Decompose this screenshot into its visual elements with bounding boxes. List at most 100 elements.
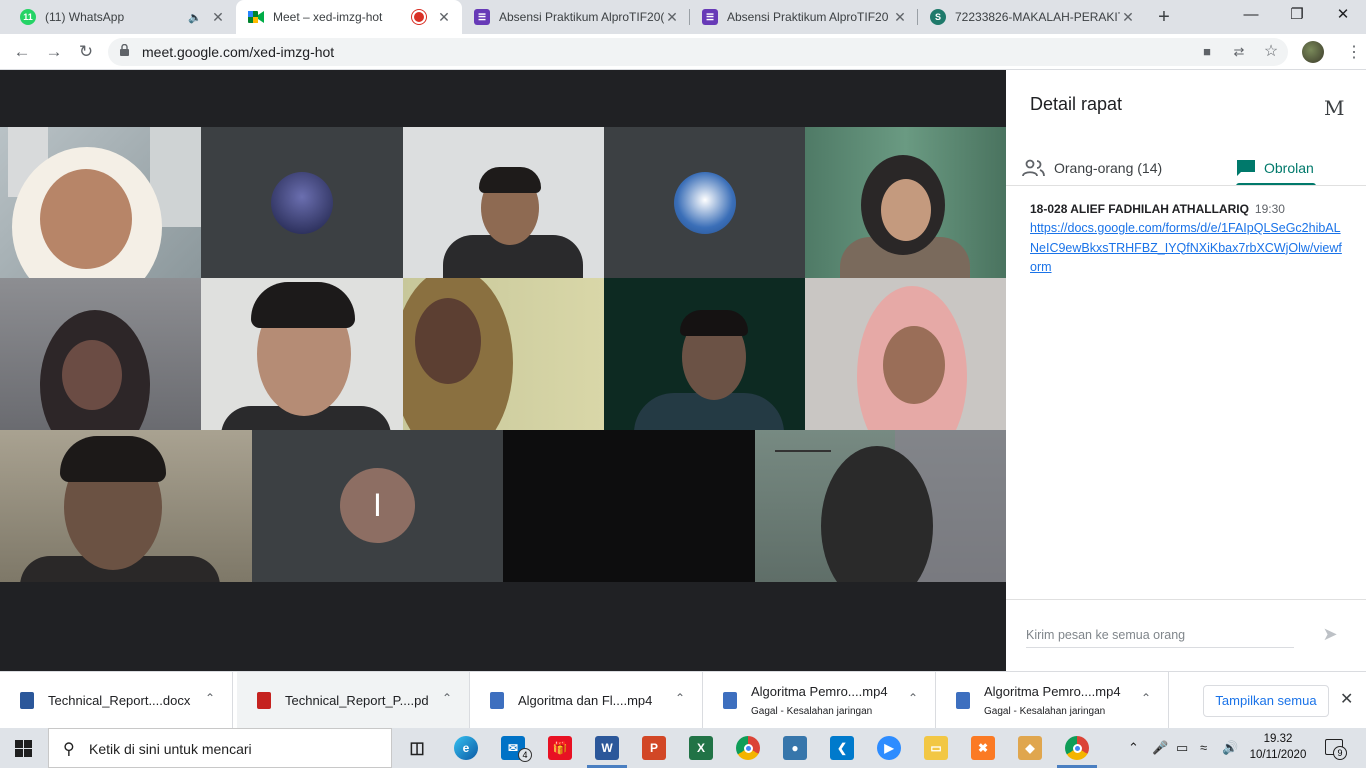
close-tab-icon[interactable]: ✕ [1120, 9, 1136, 25]
tab-strip: 11 (11) WhatsApp 🔈 ✕ Meet – xed-imzg-hot… [0, 0, 1366, 34]
chevron-up-icon[interactable]: ⌃ [908, 691, 918, 705]
chrome-profile-icon[interactable] [1065, 736, 1089, 760]
word-icon[interactable]: W [595, 736, 619, 760]
participant-tile[interactable]: I [252, 430, 503, 582]
xampp-icon[interactable]: ✖ [971, 736, 995, 760]
tab-people-label: Orang-orang (14) [1054, 160, 1163, 176]
tab-title: 72233826-MAKALAH-PERAKIT [955, 10, 1120, 24]
close-tab-icon[interactable]: ✕ [664, 9, 680, 25]
video-file-icon [723, 692, 737, 709]
google-forms-icon: ☰ [474, 9, 490, 25]
participant-tile[interactable] [403, 278, 604, 430]
chevron-up-icon[interactable]: ⌃ [205, 691, 215, 705]
tab-whatsapp[interactable]: 11 (11) WhatsApp 🔈 ✕ [8, 0, 236, 34]
participant-avatar [674, 172, 736, 234]
back-arrow-icon[interactable]: ← [10, 40, 34, 64]
search-icon: ⚲ [63, 741, 75, 758]
tab-meet[interactable]: Meet – xed-imzg-hot ✕ [236, 0, 462, 34]
taskbar-search-box[interactable]: ⚲ Ketik di sini untuk mencari [48, 728, 392, 768]
download-item[interactable]: Technical_Report....docx ⌃ [0, 672, 233, 728]
url-text: meet.google.com/xed-imzg-hot [142, 44, 335, 60]
profile-avatar[interactable] [1302, 41, 1324, 63]
chat-input[interactable]: Kirim pesan ke semua orang [1026, 628, 1185, 642]
stack-app-icon[interactable]: ◆ [1018, 736, 1042, 760]
people-icon [1022, 159, 1045, 177]
new-tab-button[interactable]: + [1153, 7, 1175, 29]
notification-count: 9 [1333, 746, 1347, 760]
account-initial[interactable]: M [1324, 96, 1344, 120]
system-clock[interactable]: 19.32 10/11/2020 [1247, 731, 1309, 763]
browser-menu-icon[interactable]: ⋮ [1346, 42, 1362, 62]
restore-button[interactable]: ❐ [1274, 0, 1320, 30]
chat-message-link[interactable]: https://docs.google.com/forms/d/e/1FAIpQ… [1030, 219, 1342, 278]
participant-tile[interactable] [0, 278, 201, 430]
mail-badge: 4 [518, 748, 532, 762]
participant-tile[interactable] [503, 430, 755, 582]
video-file-icon [490, 692, 504, 709]
participant-tile[interactable] [805, 278, 1006, 430]
windows-start-icon[interactable] [15, 740, 32, 757]
excel-icon[interactable]: X [689, 736, 713, 760]
chevron-up-icon[interactable]: ⌃ [1141, 691, 1151, 705]
bookmark-star-icon[interactable]: ☆ [1262, 43, 1280, 61]
wifi-icon[interactable]: ≈ [1200, 740, 1207, 755]
tab-absensi-1[interactable]: ☰ Absensi Praktikum AlproTIF20( ✕ [462, 0, 690, 34]
participant-tile[interactable] [755, 430, 1006, 582]
participant-tile[interactable] [403, 127, 604, 278]
edge-icon[interactable]: e [454, 736, 478, 760]
tab-people[interactable]: Orang-orang (14) [1022, 150, 1204, 186]
tab-makalah[interactable]: S 72233826-MAKALAH-PERAKIT ✕ [918, 0, 1146, 34]
camera-icon[interactable]: ■ [1198, 43, 1216, 61]
participant-tile[interactable] [0, 127, 201, 278]
tab-title: Meet – xed-imzg-hot [273, 10, 383, 24]
participant-tile[interactable] [201, 127, 403, 278]
download-item[interactable]: Algoritma Pemro....mp4 Gagal - Kesalahan… [936, 672, 1169, 728]
python-icon[interactable]: ● [783, 736, 807, 760]
whatsapp-icon: 11 [20, 9, 36, 25]
download-item[interactable]: Algoritma Pemro....mp4 Gagal - Kesalahan… [703, 672, 936, 728]
participant-tile[interactable] [0, 430, 252, 582]
participant-tile[interactable] [201, 278, 403, 430]
gift-icon[interactable]: 🎁 [548, 736, 572, 760]
close-window-button[interactable]: ✕ [1320, 0, 1366, 30]
close-tab-icon[interactable]: ✕ [436, 9, 452, 25]
chrome-icon[interactable] [736, 736, 760, 760]
microphone-icon[interactable]: 🎤 [1152, 740, 1168, 756]
meeting-details-panel: Detail rapat M Orang-orang (14) Obrolan … [1006, 70, 1366, 671]
forward-arrow-icon[interactable]: → [42, 40, 66, 64]
address-bar[interactable]: meet.google.com/xed-imzg-hot ■ ⇄ ☆ [108, 38, 1288, 66]
participant-tile[interactable] [604, 278, 805, 430]
volume-icon[interactable]: 🔊 [1222, 740, 1238, 756]
zoom-icon[interactable]: ▶ [877, 736, 901, 760]
download-item[interactable]: Algoritma dan Fl....mp4 ⌃ [470, 672, 703, 728]
tab-title: (11) WhatsApp [45, 10, 125, 24]
participant-initial-avatar: I [340, 468, 415, 543]
notification-center-icon[interactable]: 9 [1325, 739, 1347, 760]
vscode-icon[interactable]: ❮ [830, 736, 854, 760]
tab-title: Absensi Praktikum AlproTIF20 [727, 10, 889, 24]
reload-icon[interactable]: ↻ [74, 40, 98, 64]
meeting-video-grid: I [0, 70, 1006, 671]
participant-tile[interactable] [805, 127, 1006, 278]
powerpoint-icon[interactable]: P [642, 736, 666, 760]
tab-chat-label: Obrolan [1264, 160, 1314, 176]
chevron-up-icon[interactable]: ⌃ [442, 691, 452, 705]
task-view-icon[interactable]: ◫ [405, 736, 429, 760]
battery-icon[interactable]: ▭ [1176, 740, 1188, 756]
close-tab-icon[interactable]: ✕ [210, 9, 226, 25]
translate-icon[interactable]: ⇄ [1230, 43, 1248, 61]
speaker-icon[interactable]: 🔈 [188, 11, 202, 24]
tray-overflow-icon[interactable]: ⌃ [1128, 740, 1139, 756]
close-shelf-icon[interactable]: ✕ [1340, 689, 1353, 709]
participant-tile[interactable] [604, 127, 805, 278]
close-tab-icon[interactable]: ✕ [892, 9, 908, 25]
show-all-downloads-button[interactable]: Tampilkan semua [1203, 685, 1329, 717]
minimize-button[interactable]: — [1228, 0, 1274, 30]
send-icon[interactable]: ➤ [1318, 624, 1342, 648]
tab-chat[interactable]: Obrolan [1236, 150, 1316, 186]
chevron-up-icon[interactable]: ⌃ [675, 691, 685, 705]
file-explorer-icon[interactable]: ▭ [924, 736, 948, 760]
download-item[interactable]: Technical_Report_P....pd ⌃ [237, 672, 470, 728]
tab-absensi-2[interactable]: ☰ Absensi Praktikum AlproTIF20 ✕ [690, 0, 918, 34]
windows-taskbar: ⚲ Ketik di sini untuk mencari ◫ e ✉ 4 🎁 … [0, 728, 1366, 768]
